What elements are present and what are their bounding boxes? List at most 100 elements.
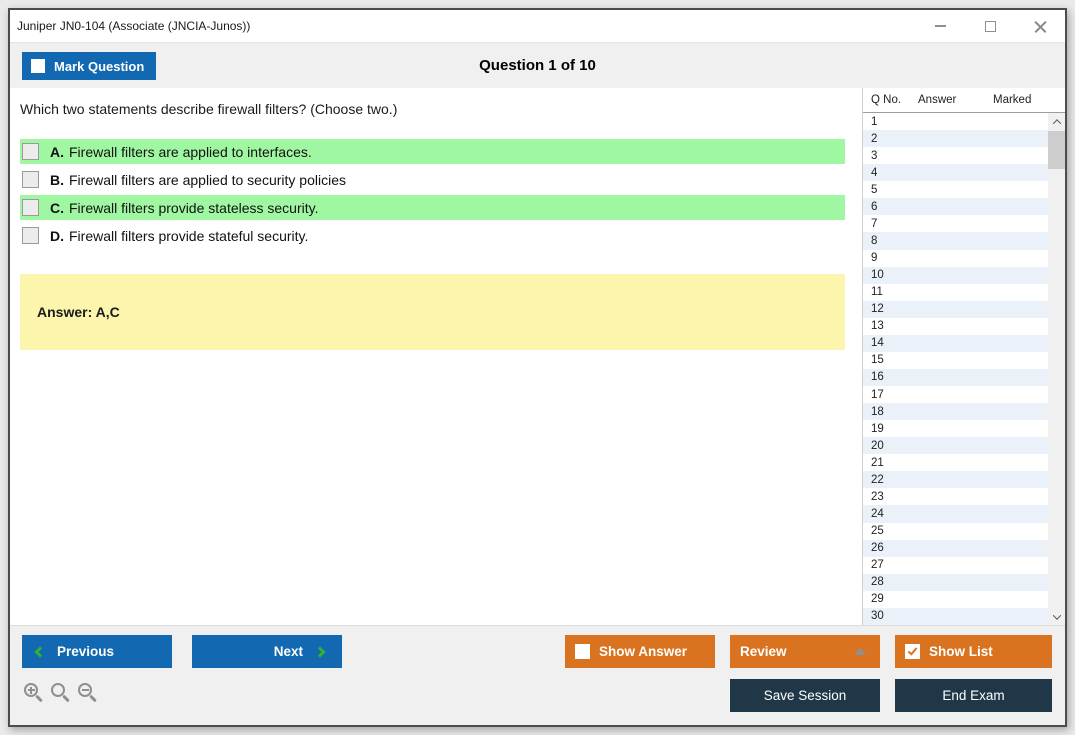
question-list-row[interactable]: 12 xyxy=(863,300,1048,318)
question-number: 17 xyxy=(871,388,884,401)
question-list-row[interactable]: 14 xyxy=(863,334,1048,352)
question-list-row[interactable]: 13 xyxy=(863,317,1048,335)
zoom-reset-icon[interactable] xyxy=(51,683,65,697)
question-list-row[interactable]: 5 xyxy=(863,181,1048,199)
question-number: 15 xyxy=(871,354,884,367)
option-checkbox[interactable] xyxy=(22,143,39,160)
question-list-row[interactable]: 18 xyxy=(863,403,1048,421)
option-a[interactable]: A. Firewall filters are applied to interf… xyxy=(20,139,845,164)
question-list-row[interactable]: 7 xyxy=(863,215,1048,233)
header-strip: Mark Question Question 1 of 10 xyxy=(10,42,1065,88)
option-text: Firewall filters provide stateful securi… xyxy=(69,227,309,244)
chevron-down-icon xyxy=(1052,610,1061,620)
option-b[interactable]: B. Firewall filters are applied to securi… xyxy=(20,167,845,192)
window-controls xyxy=(915,10,1065,42)
question-number: 10 xyxy=(871,269,884,282)
question-list-row[interactable]: 15 xyxy=(863,351,1048,369)
question-list-row[interactable]: 29 xyxy=(863,590,1048,608)
close-icon xyxy=(1034,20,1047,33)
question-list-rows: 1 2 3 4 5 6 7 8 9 10 11 12 13 14 15 16 17 18 19 20 21 22 23 24 2… xyxy=(863,113,1048,625)
show-list-label: Show List xyxy=(929,644,993,659)
question-number: 5 xyxy=(871,183,878,196)
question-number: 11 xyxy=(871,286,883,299)
question-list-row[interactable]: 11 xyxy=(863,283,1048,301)
question-number: 29 xyxy=(871,593,884,606)
next-button[interactable]: Next xyxy=(192,635,342,668)
scroll-up-button[interactable] xyxy=(1048,113,1065,130)
option-letter: D. xyxy=(50,227,64,244)
footer-bar: Previous Next Show Answer Review Show Li… xyxy=(10,625,1065,725)
question-list-row[interactable]: 21 xyxy=(863,454,1048,472)
question-list-row[interactable]: 2 xyxy=(863,130,1048,148)
option-checkbox[interactable] xyxy=(22,227,39,244)
question-number: 12 xyxy=(871,303,884,316)
option-d[interactable]: D. Firewall filters provide stateful secu… xyxy=(20,223,845,248)
question-list-row[interactable]: 20 xyxy=(863,437,1048,455)
question-number: 13 xyxy=(871,320,884,333)
review-label: Review xyxy=(740,644,787,659)
scrollbar-thumb[interactable] xyxy=(1048,131,1065,169)
window-title: Juniper JN0-104 (Associate (JNCIA-Junos)… xyxy=(17,19,251,33)
question-number: 24 xyxy=(871,507,884,520)
end-exam-button[interactable]: End Exam xyxy=(895,679,1052,712)
question-number: 25 xyxy=(871,525,884,538)
maximize-icon xyxy=(984,20,996,32)
question-number: 21 xyxy=(871,456,884,469)
question-list-row[interactable]: 1 xyxy=(863,113,1048,131)
options-list: A. Firewall filters are applied to interf… xyxy=(10,139,862,248)
question-panel: Which two statements describe firewall f… xyxy=(10,88,862,625)
question-number: 19 xyxy=(871,422,884,435)
question-list-row[interactable]: 4 xyxy=(863,164,1048,182)
save-session-button[interactable]: Save Session xyxy=(730,679,880,712)
question-list-row[interactable]: 9 xyxy=(863,249,1048,267)
question-list-row[interactable]: 26 xyxy=(863,539,1048,557)
question-list-row[interactable]: 22 xyxy=(863,471,1048,489)
minimize-button[interactable] xyxy=(915,10,965,42)
question-list-row[interactable]: 8 xyxy=(863,232,1048,250)
maximize-button[interactable] xyxy=(965,10,1015,42)
question-list-row[interactable]: 24 xyxy=(863,505,1048,523)
question-counter: Question 1 of 10 xyxy=(479,57,596,74)
question-list-row[interactable]: 23 xyxy=(863,488,1048,506)
checkmark-icon xyxy=(907,645,918,656)
close-button[interactable] xyxy=(1015,10,1065,42)
option-text: Firewall filters are applied to interfac… xyxy=(69,143,312,160)
title-bar[interactable]: Juniper JN0-104 (Associate (JNCIA-Junos)… xyxy=(10,10,1065,42)
question-list-row[interactable]: 17 xyxy=(863,386,1048,404)
question-list-panel: Q No. Answer Marked 1 2 3 4 5 6 7 8 9 10 11 12 13 14 1… xyxy=(862,88,1065,625)
option-checkbox[interactable] xyxy=(22,199,39,216)
question-number: 2 xyxy=(871,132,878,145)
question-number: 18 xyxy=(871,405,884,418)
previous-label: Previous xyxy=(57,644,115,659)
save-session-label: Save Session xyxy=(763,688,847,703)
question-list-row[interactable]: 27 xyxy=(863,556,1048,574)
question-list-row[interactable]: 25 xyxy=(863,522,1048,540)
question-list-row[interactable]: 10 xyxy=(863,266,1048,284)
question-list-row[interactable]: 28 xyxy=(863,573,1048,591)
review-button[interactable]: Review xyxy=(730,635,880,668)
question-list-row[interactable]: 6 xyxy=(863,198,1048,216)
show-answer-label: Show Answer xyxy=(599,644,688,659)
show-list-button[interactable]: Show List xyxy=(895,635,1052,668)
option-checkbox[interactable] xyxy=(22,171,39,188)
scroll-down-button[interactable] xyxy=(1048,608,1065,625)
previous-button[interactable]: Previous xyxy=(22,635,172,668)
zoom-in-icon[interactable] xyxy=(24,683,38,697)
question-list-header: Q No. Answer Marked xyxy=(863,88,1065,113)
option-text: Firewall filters are applied to security… xyxy=(69,171,346,188)
zoom-out-icon[interactable] xyxy=(78,683,92,697)
question-list-row[interactable]: 16 xyxy=(863,368,1048,386)
question-number: 14 xyxy=(871,337,884,350)
question-list-row[interactable]: 19 xyxy=(863,420,1048,438)
question-list-row[interactable]: 3 xyxy=(863,147,1048,165)
option-c[interactable]: C. Firewall filters provide stateless sec… xyxy=(20,195,845,220)
question-list-body: 1 2 3 4 5 6 7 8 9 10 11 12 13 14 15 16 17 18 19 20 21 22 23 24 2… xyxy=(863,113,1065,625)
question-number: 8 xyxy=(871,234,878,247)
question-number: 3 xyxy=(871,149,878,162)
question-list-row[interactable]: 30 xyxy=(863,607,1048,625)
show-answer-checkbox-icon xyxy=(575,644,590,659)
show-answer-button[interactable]: Show Answer xyxy=(565,635,715,668)
question-number: 23 xyxy=(871,490,884,503)
zoom-controls xyxy=(24,683,92,697)
question-list-scrollbar[interactable] xyxy=(1048,113,1065,625)
